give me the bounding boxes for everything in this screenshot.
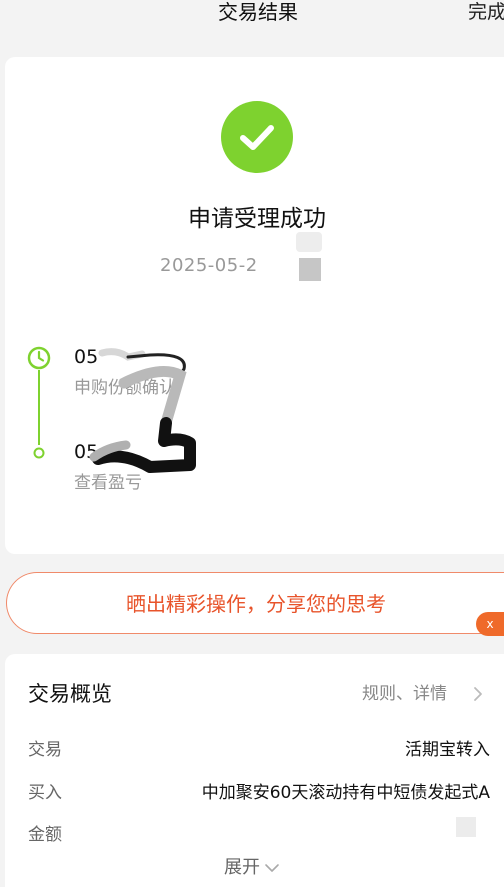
- timeline-step-2-subtitle: 查看盈亏: [74, 473, 142, 493]
- redaction-scribble: [89, 348, 196, 473]
- overview-title: 交易概览: [28, 682, 112, 706]
- result-submit-time: 2025-05-2: [160, 255, 258, 276]
- expand-label: 展开: [224, 857, 260, 878]
- share-banner[interactable]: 晒出精彩操作，分享您的思考: [6, 572, 504, 634]
- timeline-line: [38, 370, 40, 445]
- success-check-icon: [221, 101, 293, 173]
- overview-row-label: 金额: [28, 825, 62, 845]
- privacy-mask: [296, 232, 322, 252]
- expand-button[interactable]: 展开: [0, 855, 504, 881]
- overview-row-label: 买入: [28, 783, 62, 803]
- rules-details-link[interactable]: 规则、详情: [362, 682, 447, 706]
- top-bar: 交易结果 完成: [0, 0, 504, 46]
- chevron-down-icon: [265, 864, 279, 872]
- clock-icon: [27, 346, 51, 370]
- privacy-mask: [299, 258, 321, 281]
- chevron-right-icon[interactable]: [472, 686, 484, 702]
- privacy-mask: [456, 817, 476, 837]
- timeline-dot-icon: [33, 444, 45, 459]
- overview-row-value: 活期宝转入: [405, 740, 490, 760]
- result-status-title: 申请受理成功: [188, 206, 326, 232]
- overview-row-value: 中加聚安60天滚动持有中短债发起式A: [201, 783, 490, 803]
- overview-row-label: 交易: [28, 740, 62, 760]
- page-title: 交易结果: [218, 0, 298, 24]
- done-button[interactable]: 完成: [468, 0, 504, 24]
- share-close-button[interactable]: x: [476, 612, 504, 636]
- share-banner-text: 晒出精彩操作，分享您的思考: [126, 592, 386, 616]
